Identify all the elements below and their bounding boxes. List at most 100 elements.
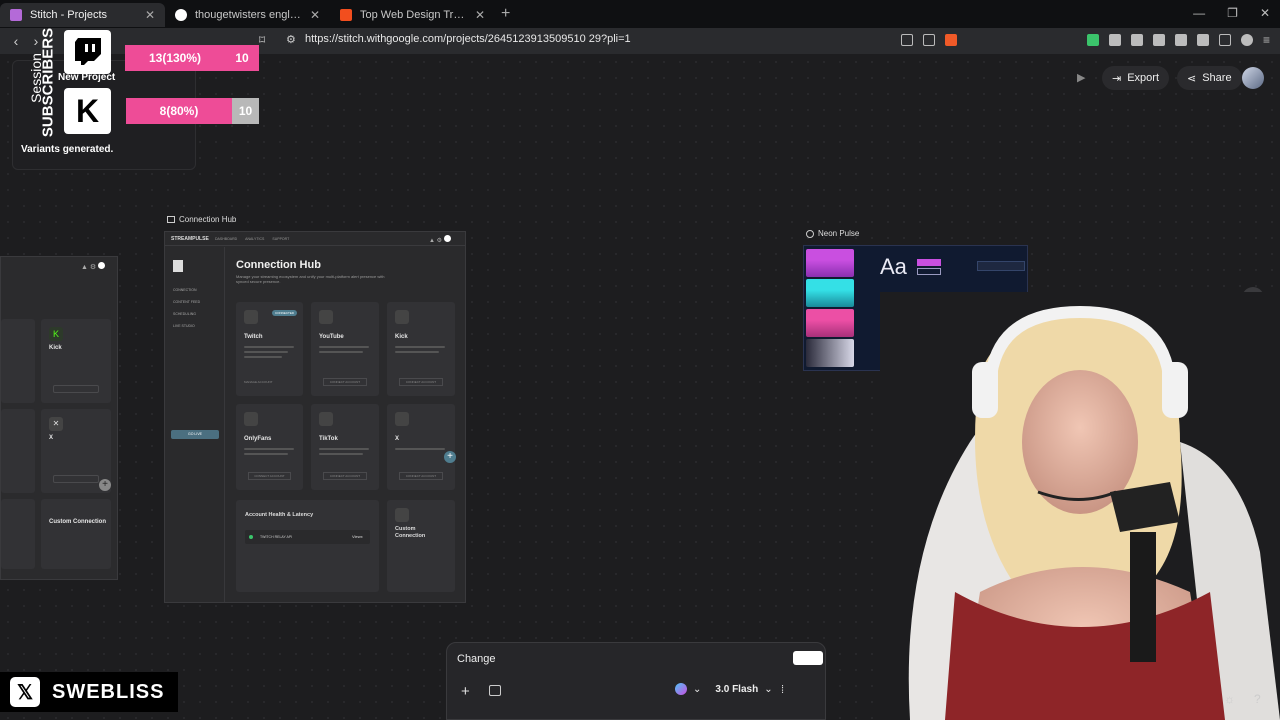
hub-header-icons: ▲ ⚙ — [429, 235, 451, 244]
connect-button[interactable] — [53, 475, 99, 483]
site-info-icon[interactable]: ⚙ — [286, 33, 296, 46]
tab-google-search[interactable]: thougetwisters english - Google Search ✕ — [165, 3, 330, 27]
sidebar-toggle-icon[interactable] — [1218, 34, 1231, 46]
help-icon[interactable]: ? — [1254, 692, 1261, 706]
sidebar-item-live-studio[interactable]: LIVE STUDIO — [173, 324, 200, 328]
bookmark-icon[interactable]: ⌑ — [259, 33, 265, 47]
extensions-puzzle-icon[interactable] — [1174, 34, 1187, 46]
add-attachment-button[interactable]: + — [461, 683, 470, 700]
close-window-icon[interactable]: ✕ — [1260, 6, 1270, 20]
share-icon: ⋖ — [1187, 72, 1197, 85]
share-page-icon[interactable] — [922, 34, 935, 46]
export-button[interactable]: ⇥ Export — [1102, 66, 1170, 90]
platform-card-x[interactable]: X CONNECT ACCOUNT — [387, 404, 455, 490]
account-health-card[interactable]: Account Health & Latency TWITCH RELAY AP… — [236, 500, 379, 592]
chevron-down-icon: ⌄ — [764, 683, 773, 695]
card-desc-line — [319, 448, 369, 450]
sidebar-item-connection[interactable]: CONNECTION — [173, 288, 200, 292]
brave-shield-icon[interactable] — [944, 34, 957, 46]
twitch-sub-count: 13(130%) — [125, 45, 225, 71]
nav-dashboard[interactable]: DASHBOARD — [215, 237, 237, 241]
card-desc-line — [395, 351, 439, 353]
health-row-label: TWITCH RELAY API — [260, 535, 293, 539]
card-action[interactable]: CONNECT ACCOUNT — [399, 378, 443, 386]
add-platform-icon[interactable]: + — [444, 451, 456, 463]
new-tab-button[interactable]: + — [501, 5, 510, 23]
platform-card-onlyfans[interactable]: OnlyFans CONNECT ACCOUNT — [236, 404, 303, 490]
left-card-partial-a[interactable] — [1, 319, 35, 403]
minimize-icon[interactable]: — — [1193, 6, 1205, 20]
left-screen-frame[interactable]: ▲ ⚙ K Kick ✕ X + Custom Connection — [0, 256, 118, 580]
extension-box-icon[interactable] — [1130, 34, 1143, 46]
close-tab-icon[interactable]: ✕ — [475, 8, 485, 22]
kick-card-icon — [395, 310, 409, 324]
nav-analytics[interactable]: ANALYTICS — [245, 237, 264, 241]
sidebar-logo — [173, 260, 183, 272]
model-picker[interactable]: ⌄ 3.0 Flash ⌄ — [675, 683, 773, 695]
stitch-favicon-icon — [10, 9, 22, 21]
voice-input-icon[interactable]: ⁞ — [781, 684, 784, 696]
tab-title: Stitch - Projects — [30, 9, 108, 21]
close-tab-icon[interactable]: ✕ — [145, 8, 155, 22]
extension-c-icon[interactable] — [1196, 34, 1209, 46]
nav-support[interactable]: SUPPORT — [272, 237, 289, 241]
card-action[interactable]: CONNECT ACCOUNT — [248, 472, 291, 480]
platform-card-tiktok[interactable]: TikTok CONNECT ACCOUNT — [311, 404, 379, 490]
go-live-button[interactable]: GO LIVE — [171, 430, 219, 439]
hub-nav: DASHBOARD ANALYTICS SUPPORT — [215, 237, 289, 241]
export-label: Export — [1127, 72, 1160, 84]
preview-play-icon[interactable]: ▶ — [1077, 71, 1085, 84]
platform-card-kick[interactable]: Kick CONNECT ACCOUNT — [387, 302, 455, 396]
prompt-input[interactable]: Change — [457, 653, 496, 665]
left-card-title: Custom Connection — [49, 519, 106, 525]
component-button-purple — [917, 259, 941, 266]
extension-a-icon[interactable] — [1108, 34, 1121, 46]
left-card-custom[interactable]: Custom Connection — [41, 499, 111, 569]
restore-icon[interactable]: ❐ — [1227, 6, 1238, 20]
extension-green-icon[interactable] — [1086, 34, 1099, 46]
social-handle: SWEBLISS — [52, 680, 165, 703]
grammar-extension-icon[interactable] — [793, 651, 823, 665]
platform-card-youtube[interactable]: YouTube CONNECT ACCOUNT — [311, 302, 379, 396]
model-orb-icon — [675, 683, 687, 695]
left-card-partial-c[interactable] — [1, 499, 35, 569]
tab-stitch-projects[interactable]: Stitch - Projects ✕ — [0, 3, 165, 27]
sidebar-item-scheduling[interactable]: SCHEDULING — [173, 312, 200, 316]
figma-favicon-icon — [340, 9, 352, 21]
close-tab-icon[interactable]: ✕ — [310, 8, 320, 22]
card-action[interactable]: CONNECT ACCOUNT — [323, 472, 367, 480]
kick-logo: K — [64, 88, 111, 134]
share-button[interactable]: ⋖ Share — [1177, 66, 1242, 90]
frame-label-connection-hub[interactable]: Connection Hub — [167, 215, 236, 224]
card-action[interactable]: MANAGE ACCOUNT — [244, 380, 273, 384]
kick-sub-bar: 8(80%) 10 — [126, 98, 259, 124]
add-card-icon[interactable]: + — [99, 479, 111, 491]
x-card-icon: ✕ — [49, 417, 63, 431]
menu-icon[interactable]: ≡ — [1263, 34, 1270, 46]
custom-connection-card[interactable]: Custom Connection — [387, 500, 455, 592]
extension-b-icon[interactable] — [1152, 34, 1165, 46]
card-title: X — [395, 436, 400, 442]
card-action[interactable]: CONNECT ACCOUNT — [323, 378, 367, 386]
twitch-icon — [74, 38, 101, 65]
settings-gear-icon[interactable]: ☼ — [1224, 692, 1235, 706]
platform-card-twitch[interactable]: CONNECTED Twitch MANAGE ACCOUNT — [236, 302, 303, 396]
frame-label-neon-pulse[interactable]: Neon Pulse — [806, 229, 859, 238]
cast-icon[interactable] — [900, 34, 913, 46]
url-field[interactable]: https://stitch.withgoogle.com/projects/2… — [305, 33, 631, 45]
sidebar-item-content-feed[interactable]: CONTENT FEED — [173, 300, 200, 304]
user-avatar[interactable] — [1242, 67, 1264, 89]
connection-hub-frame[interactable]: STREAMPULSE DASHBOARD ANALYTICS SUPPORT … — [164, 231, 466, 603]
connect-button[interactable] — [53, 385, 99, 393]
profile-icon[interactable] — [1240, 34, 1253, 46]
hub-header — [165, 232, 465, 246]
image-upload-icon[interactable] — [489, 685, 501, 696]
chevron-down-icon: ⌄ — [693, 683, 702, 695]
left-card-kick[interactable]: K Kick — [41, 319, 111, 403]
tab-figma[interactable]: Top Web Design Trends for 2026 | Fig ✕ — [330, 3, 495, 27]
card-action[interactable]: CONNECT ACCOUNT — [399, 472, 443, 480]
card-desc-line — [395, 448, 445, 450]
x-card-icon — [395, 412, 409, 426]
left-card-partial-b[interactable] — [1, 409, 35, 493]
